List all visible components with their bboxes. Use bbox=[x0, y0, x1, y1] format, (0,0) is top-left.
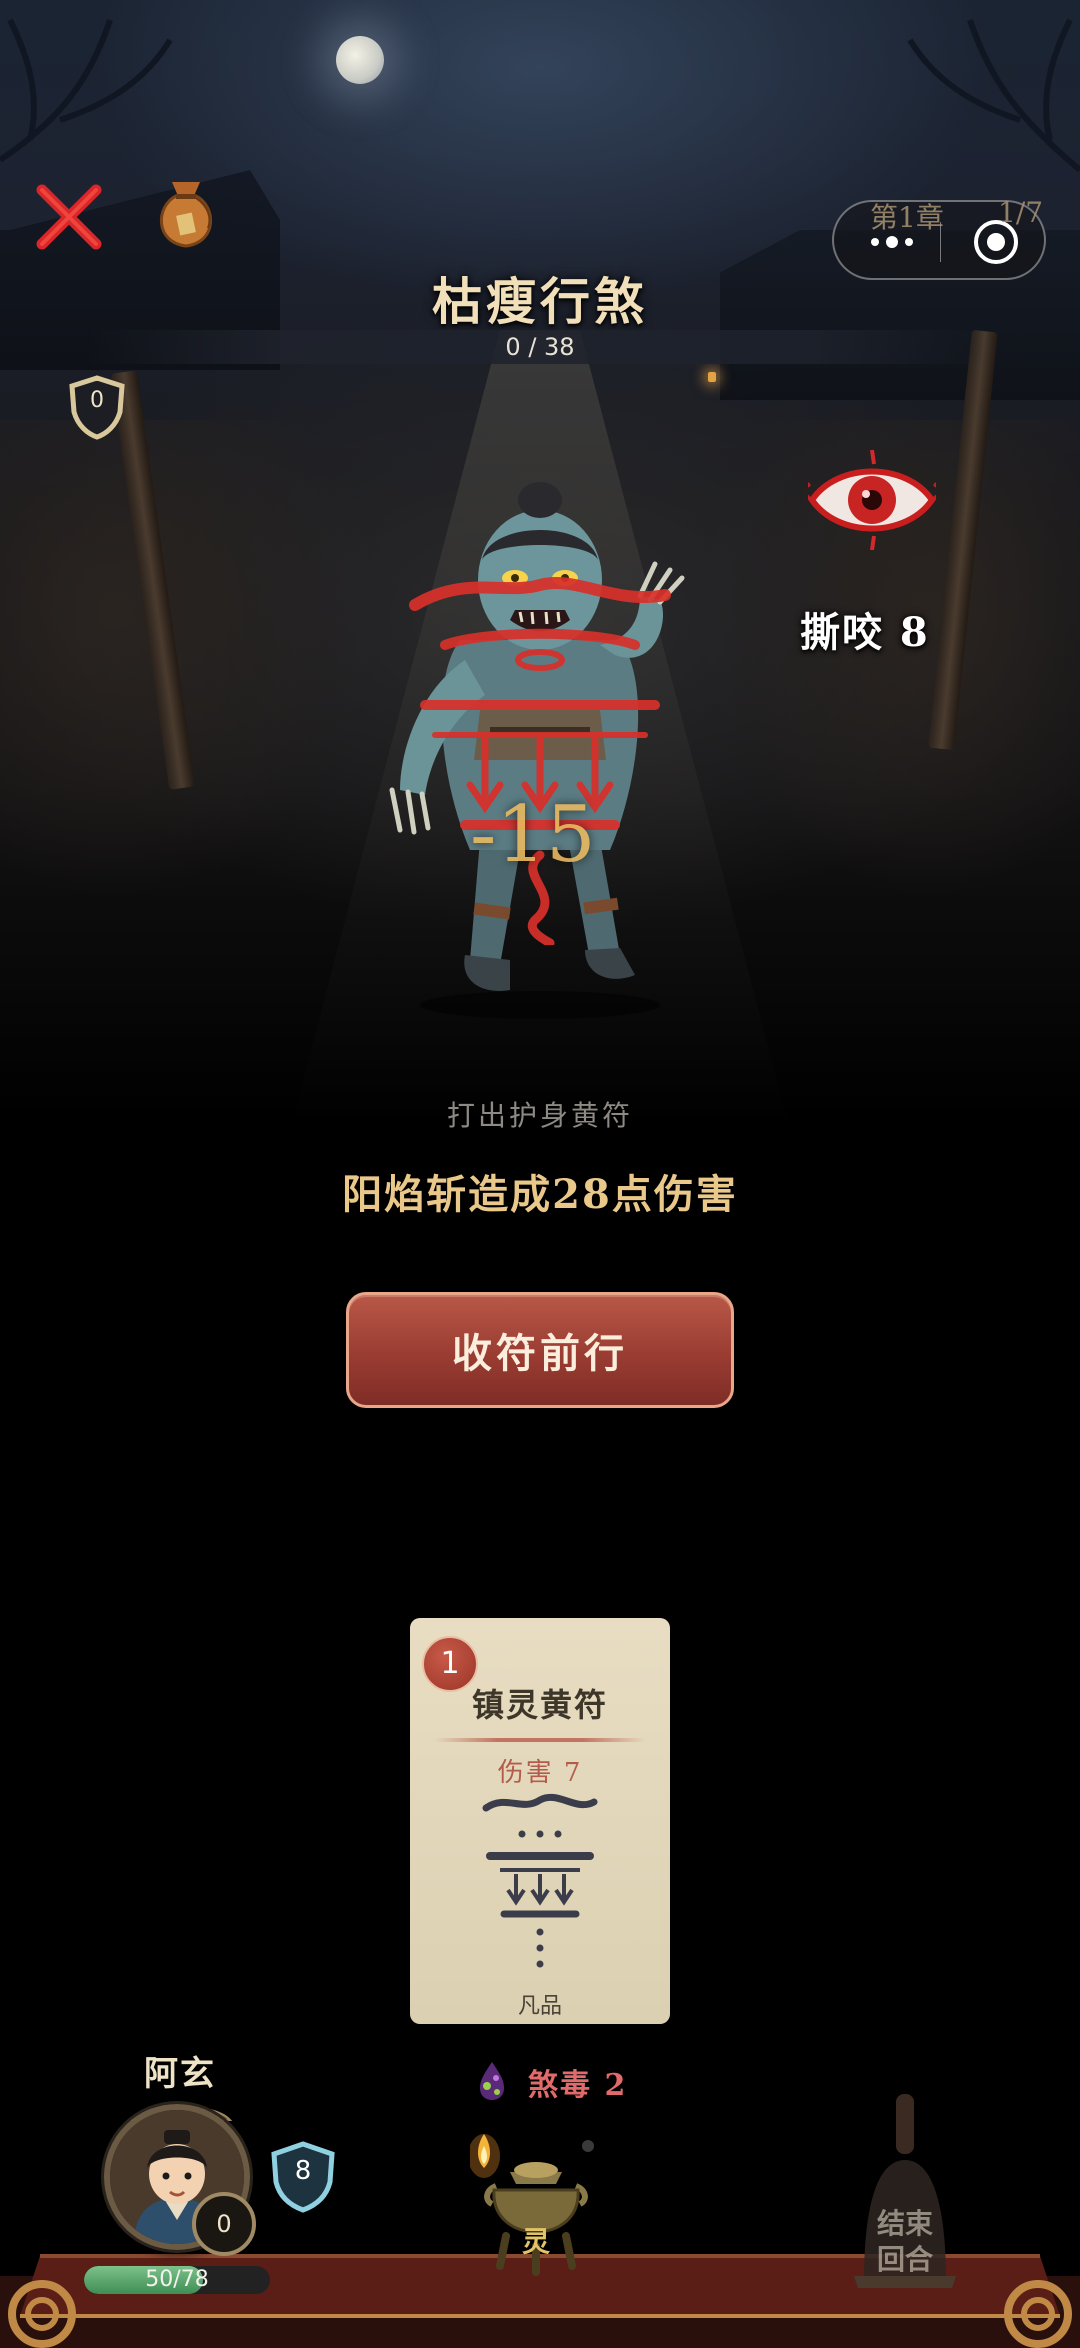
moon bbox=[336, 36, 384, 84]
damage-popup: -15 bbox=[470, 790, 596, 880]
end-turn-label: 结束 回合 bbox=[860, 2206, 950, 2278]
card-rarity: 凡品 bbox=[517, 1994, 562, 2019]
player-hp-bar: 50/78 bbox=[84, 2266, 270, 2294]
battle-log-action: 打出护身黄符 bbox=[446, 1099, 633, 1132]
pouch-icon bbox=[160, 182, 212, 248]
chapter-label: 第1章 bbox=[870, 201, 944, 234]
stage-progress: 1/7 bbox=[998, 196, 1044, 229]
poison-icon bbox=[480, 2062, 504, 2100]
energy-label: 灵 bbox=[521, 2225, 550, 2258]
proceed-button[interactable]: 收符前行 bbox=[346, 1292, 734, 1408]
close-icon bbox=[36, 184, 102, 250]
enemy-intent: 撕咬 8 bbox=[800, 609, 930, 656]
player-hp-text: 50/78 bbox=[145, 2267, 209, 2292]
end-turn-label-line1: 结束 bbox=[876, 2207, 933, 2240]
card-divider bbox=[434, 1738, 646, 1742]
player-shield-badge: 8 bbox=[266, 2140, 340, 2214]
enemy-hp-bar: 0 / 38 bbox=[90, 330, 990, 364]
player-shield-value: 8 bbox=[294, 2156, 312, 2186]
eye-intent-icon bbox=[808, 450, 936, 550]
talisman-card[interactable]: 1 镇灵黄符 伤害 7 凡品 bbox=[410, 1618, 670, 2024]
inventory-bag-button[interactable] bbox=[150, 170, 222, 250]
enemy-hp-text: 0 / 38 bbox=[505, 333, 575, 361]
battle-log-result: 阳焰斩造成28点伤害 bbox=[342, 1171, 738, 1218]
talisman-rune-icon bbox=[482, 1793, 598, 1968]
seal-rune-overlay bbox=[409, 576, 671, 945]
card-name: 镇灵黄符 bbox=[471, 1686, 608, 1724]
status-effect-label: 煞毒 2 bbox=[528, 2068, 628, 2103]
lantern bbox=[708, 372, 716, 382]
proceed-button-label: 收符前行 bbox=[452, 1330, 628, 1377]
player-block-badge: 0 bbox=[192, 2192, 256, 2256]
end-turn-label-line2: 回合 bbox=[876, 2243, 933, 2276]
card-description: 伤害 7 bbox=[497, 1758, 583, 1788]
close-button[interactable] bbox=[34, 182, 104, 252]
bare-tree-right bbox=[907, 18, 1080, 173]
incense-burner-energy[interactable] bbox=[470, 2126, 602, 2286]
enemy-block-value: 0 bbox=[90, 388, 104, 413]
enemy-name: 枯瘦行煞 bbox=[432, 272, 648, 331]
enemy-block-badge: 0 bbox=[66, 374, 128, 440]
player-name: 阿玄 bbox=[144, 2054, 216, 2094]
ground-left bbox=[0, 420, 380, 900]
